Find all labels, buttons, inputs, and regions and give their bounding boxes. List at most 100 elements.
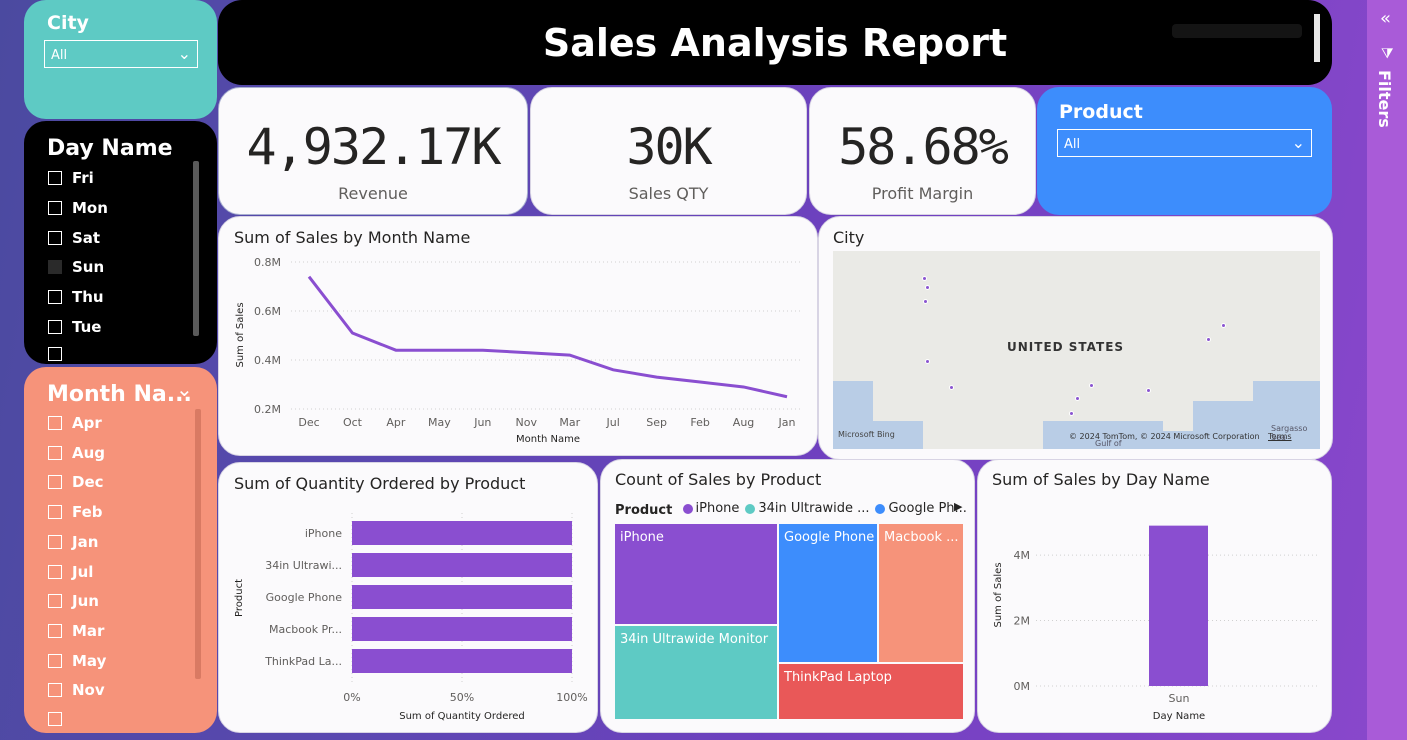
checkbox[interactable] [48,683,62,698]
treemap-tile[interactable]: iPhone [615,524,777,624]
month-item-jan[interactable]: Jan [48,531,98,553]
checkbox[interactable] [48,445,62,460]
treemap-tile[interactable]: Macbook ... [879,524,963,662]
checkbox[interactable] [48,260,62,275]
month-item-may[interactable]: May [48,650,106,672]
scrollbar[interactable] [195,409,201,679]
checkbox[interactable] [48,534,62,549]
y-tick-label: 0.6M [254,305,281,318]
map-marker[interactable] [949,385,954,390]
treemap-tile[interactable]: ThinkPad Laptop [779,664,963,719]
month-item-dec[interactable]: Dec [48,471,104,493]
map-marker[interactable] [925,359,930,364]
map-sea-label: Sargasso Sea [1271,424,1308,442]
scrollbar[interactable] [193,161,199,336]
product-slicer: Product All ⌄ [1037,87,1332,215]
sales-by-day-chart[interactable]: Sum of Sales by Day Name 0M 2M 4M Sun Day Na… [977,459,1332,733]
x-axis-title: Day Name [1153,711,1205,722]
chevron-down-icon: ⌄ [1291,133,1305,152]
map-marker[interactable] [1069,411,1074,416]
filter-icon: ⧩ [1381,46,1394,62]
x-tick-label: Apr [386,416,406,429]
checkbox[interactable] [48,347,62,361]
checkbox[interactable] [48,712,62,726]
map-marker[interactable] [1206,337,1211,342]
checkbox[interactable] [48,200,62,215]
checkbox[interactable] [48,290,62,305]
checkbox[interactable] [48,320,62,334]
sales-by-month-chart[interactable]: Sum of Sales by Month Name 0.2M 0.4M 0.6M 0… [218,216,818,456]
map-marker[interactable] [1146,388,1151,393]
map-marker[interactable] [1075,396,1080,401]
checkbox[interactable] [48,230,62,245]
day-item-sun[interactable]: Sun [48,256,104,278]
map-marker[interactable] [1089,383,1094,388]
month-item-label: Mar [72,621,105,640]
product-slicer-title: Product [1059,101,1143,123]
checkbox[interactable] [48,171,62,185]
day-item-thu[interactable]: Thu [48,286,104,308]
chevron-down-icon[interactable]: ⌄ [176,377,193,401]
report-title: Sales Analysis Report [542,20,1008,65]
day-item-sat[interactable]: Sat [48,227,100,249]
product-dropdown[interactable]: All ⌄ [1057,129,1312,157]
map-marker[interactable] [925,285,930,290]
month-item-feb[interactable]: Feb [48,501,103,523]
bar-1 [352,553,572,577]
city-map[interactable]: UNITED STATES Microsoft Bing © 2024 TomT… [833,251,1320,449]
checkbox[interactable] [48,623,62,638]
collapse-icon[interactable]: « [1380,8,1391,29]
day-item-label: Thu [72,288,104,307]
month-item-partial[interactable] [48,708,72,730]
x-tick-label: 0% [343,691,360,704]
y-tick-label: 0M [1014,680,1031,693]
x-tick-label: Jan [778,416,796,429]
filters-pane[interactable]: « ⧩ Filters [1367,0,1407,740]
kpi-revenue-value: 4,932.17K [246,118,502,176]
x-tick-label: Dec [298,416,319,429]
report-header: Sales Analysis Report [218,0,1332,85]
month-item-mar[interactable]: Mar [48,620,104,642]
month-item-apr[interactable]: Apr [48,412,102,434]
x-axis-title: Sum of Quantity Ordered [399,711,525,722]
checkbox[interactable] [48,505,62,520]
map-marker[interactable] [922,276,927,281]
legend-label: 34in Ultrawide ... [758,501,870,516]
qty-by-product-chart[interactable]: Sum of Quantity Ordered by Product 0% 50%… [218,462,598,733]
city-slicer: City All ⌄ [24,0,217,119]
treemap-tile[interactable]: 34in Ultrawide Monitor [615,626,777,719]
checkbox[interactable] [48,416,62,430]
treemap-tile[interactable]: Google Phone [779,524,877,662]
month-item-jun[interactable]: Jun [48,590,99,612]
checkbox[interactable] [48,653,62,668]
month-item-nov[interactable]: Nov [48,679,105,701]
legend-next-icon[interactable]: ▶ [954,500,962,513]
bar-4 [352,649,572,673]
month-item-jul[interactable]: Jul [48,561,93,583]
day-item-tue[interactable]: Tue [48,316,101,338]
legend-item[interactable]: 34in Ultrawide ... [745,501,869,516]
kpi-margin-card: 58.68% Profit Margin [809,87,1036,215]
checkbox[interactable] [48,564,62,579]
header-handle [1314,14,1320,62]
legend-item[interactable]: iPhone [682,501,739,516]
city-slicer-title: City [47,12,89,34]
map-marker[interactable] [923,299,928,304]
day-item-partial[interactable] [48,343,72,364]
x-tick-label: Sun [1169,692,1190,705]
x-tick-label: May [428,416,451,429]
chart-title: Count of Sales by Product [615,470,822,489]
day-name-slicer: Day Name Fri Mon Sat Sun Thu Tue [24,121,217,364]
x-tick-label: 100% [556,691,587,704]
city-dropdown[interactable]: All ⌄ [44,40,198,68]
month-item-aug[interactable]: Aug [48,442,105,464]
month-item-label: May [72,651,107,670]
checkbox[interactable] [48,594,62,609]
checkbox[interactable] [48,475,62,490]
day-item-mon[interactable]: Mon [48,197,108,219]
chevron-down-icon: ⌄ [177,44,191,63]
day-item-fri[interactable]: Fri [48,167,94,189]
map-marker[interactable] [1221,323,1226,328]
map-country-label: UNITED STATES [1007,340,1125,354]
month-slicer-title: Month Na... [47,382,192,407]
